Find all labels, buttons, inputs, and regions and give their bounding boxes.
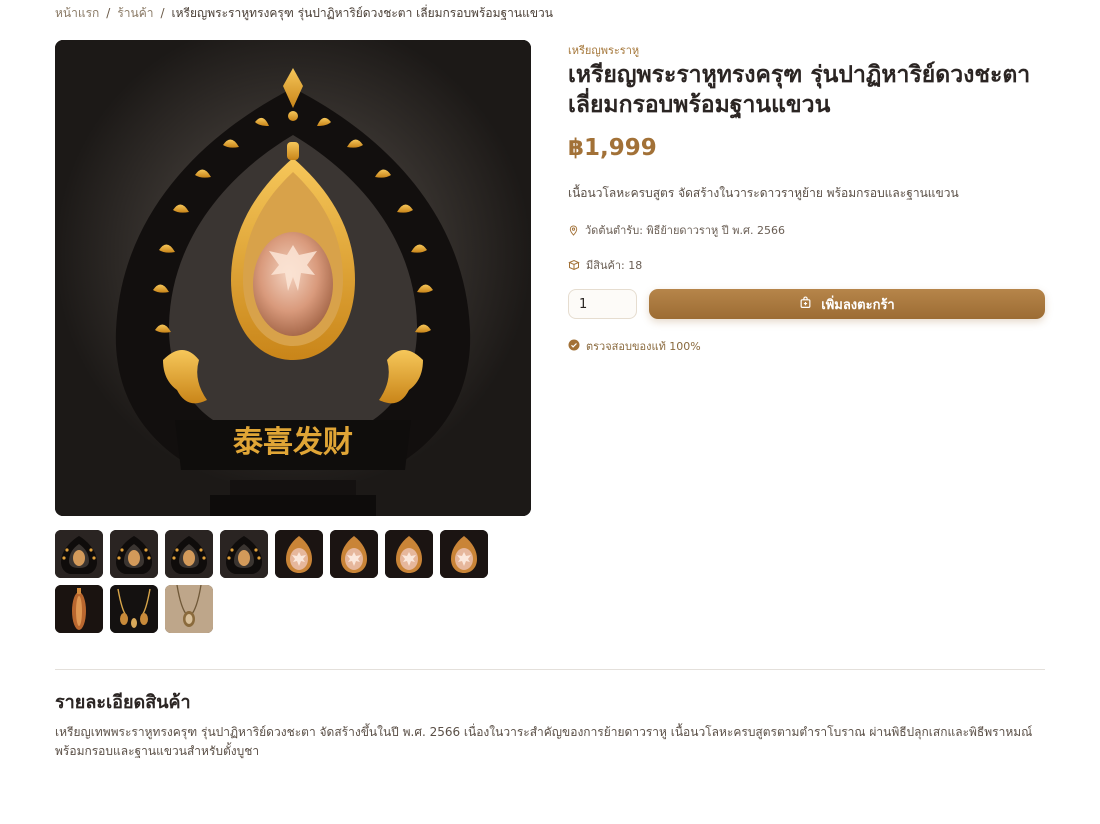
thumbnail-8[interactable] [440, 530, 488, 578]
verified-check-icon [568, 339, 580, 354]
stock-text: มีสินค้า: 18 [586, 259, 643, 272]
thumbnail-1[interactable] [55, 530, 103, 578]
breadcrumb-shop-link[interactable]: ร้านค้า [117, 4, 153, 23]
details-body: เหรียญเทพพระราหูทรงครุฑ รุ่นปาฏิหาริย์ดว… [55, 725, 1033, 758]
box-icon [568, 259, 580, 271]
thumbnail-7[interactable] [385, 530, 433, 578]
cart-plus-icon [799, 296, 812, 313]
amulet-illustration: 泰喜发财 [55, 40, 531, 516]
origin-text: วัดต้นตำรับ: พิธีย้ายดาวราหู ปี พ.ศ. 256… [585, 224, 785, 237]
details-heading: รายละเอียดสินค้า [55, 692, 191, 713]
add-to-cart-button[interactable]: เพิ่มลงตะกร้า [649, 289, 1045, 319]
base-characters: 泰喜发财 [233, 425, 353, 460]
stock-row: มีสินค้า: 18 [568, 256, 642, 274]
thumbnail-2[interactable] [110, 530, 158, 578]
product-price: ฿1,999 [568, 135, 657, 161]
thumbnail-gallery [55, 530, 495, 633]
thumbnail-9[interactable] [55, 585, 103, 633]
breadcrumb: หน้าแรก / ร้านค้า / เหรียญพระราหูทรงครุฑ… [55, 4, 553, 22]
product-main-image[interactable]: 泰喜发财 [55, 40, 531, 516]
breadcrumb-separator: / [106, 6, 111, 20]
thumbnail-10[interactable] [110, 585, 158, 633]
map-pin-icon [568, 225, 579, 236]
breadcrumb-separator: / [160, 6, 165, 20]
product-title: เหรียญพระราหูทรงครุฑ รุ่นปาฏิหาริย์ดวงชะ… [568, 62, 1031, 118]
breadcrumb-current: เหรียญพระราหูทรงครุฑ รุ่นปาฏิหาริย์ดวงชะ… [171, 5, 553, 20]
authentic-text: ตรวจสอบของแท้ 100% [586, 340, 701, 353]
thumbnail-3[interactable] [165, 530, 213, 578]
product-short-description: เนื้อนวโลหะครบสูตร จัดสร้างในวาระดาวราหู… [568, 186, 959, 200]
section-divider [55, 669, 1045, 670]
thumbnail-6[interactable] [330, 530, 378, 578]
quantity-input[interactable] [568, 289, 637, 319]
product-category[interactable]: เหรียญพระราหู [568, 41, 639, 59]
origin-row: วัดต้นตำรับ: พิธีย้ายดาวราหู ปี พ.ศ. 256… [568, 221, 785, 239]
thumbnail-5[interactable] [275, 530, 323, 578]
breadcrumb-home-link[interactable]: หน้าแรก [55, 4, 99, 23]
authentic-badge: ตรวจสอบของแท้ 100% [568, 337, 701, 355]
thumbnail-11[interactable] [165, 585, 213, 633]
thumbnail-4[interactable] [220, 530, 268, 578]
add-to-cart-label: เพิ่มลงตะกร้า [821, 297, 895, 313]
